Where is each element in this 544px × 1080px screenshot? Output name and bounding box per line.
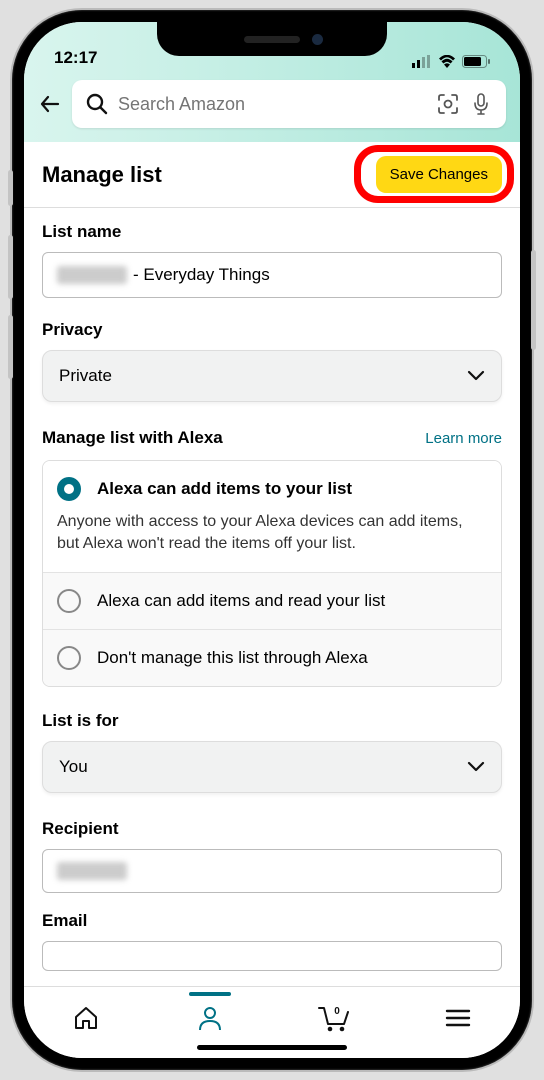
volume-down-button [8, 315, 13, 379]
alexa-option-desc: Anyone with access to your Alexa devices… [57, 511, 487, 556]
alexa-learn-more-link[interactable]: Learn more [425, 430, 502, 447]
home-indicator[interactable] [197, 1045, 347, 1050]
alexa-option-none[interactable]: Don't manage this list through Alexa [43, 629, 501, 686]
wifi-icon [438, 55, 456, 68]
alexa-option-add-read[interactable]: Alexa can add items and read your list [43, 572, 501, 629]
search-input[interactable] [118, 94, 426, 115]
save-changes-button[interactable]: Save Changes [376, 156, 502, 193]
home-icon [72, 1005, 100, 1031]
list-for-dropdown[interactable]: You [42, 741, 502, 793]
nav-menu[interactable] [433, 1008, 483, 1028]
content-area: List name - Everyday Things Privacy Priv… [24, 208, 520, 971]
list-name-input[interactable]: - Everyday Things [42, 252, 502, 298]
radio-unselected-icon [57, 646, 81, 670]
notch [157, 22, 387, 56]
chevron-down-icon [467, 370, 485, 382]
list-for-selected: You [59, 757, 88, 777]
cellular-icon [412, 55, 432, 68]
redacted-text [57, 862, 127, 880]
email-label: Email [42, 911, 502, 931]
svg-text:0: 0 [334, 1006, 340, 1017]
alexa-option-label: Alexa can add items and read your list [97, 591, 385, 611]
alexa-section-label: Manage list with Alexa [42, 428, 223, 448]
nav-profile[interactable] [185, 1005, 235, 1031]
radio-selected-icon [57, 477, 81, 501]
page-title: Manage list [42, 162, 162, 188]
page-header: Manage list Save Changes [24, 142, 520, 208]
email-input[interactable] [42, 941, 502, 971]
cart-icon: 0 [317, 1004, 351, 1032]
privacy-selected: Private [59, 366, 112, 386]
list-name-label: List name [42, 222, 502, 242]
camera-scan-icon[interactable] [436, 92, 460, 116]
alexa-option-add-only[interactable]: Alexa can add items to your list Anyone … [43, 461, 501, 572]
redacted-text [57, 266, 127, 284]
list-name-value-suffix: - Everyday Things [133, 265, 270, 285]
clock: 12:17 [54, 48, 97, 68]
search-header [24, 72, 520, 142]
radio-unselected-icon [57, 589, 81, 613]
silence-switch [8, 170, 13, 206]
hamburger-icon [445, 1008, 471, 1028]
privacy-dropdown[interactable]: Private [42, 350, 502, 402]
back-button[interactable] [38, 92, 62, 116]
power-button [531, 250, 536, 350]
profile-icon [197, 1005, 223, 1031]
screen: 12:17 Manage list Save Changes [24, 22, 520, 1058]
search-box[interactable] [72, 80, 506, 128]
recipient-input[interactable] [42, 849, 502, 893]
battery-icon [462, 55, 490, 68]
alexa-radio-group: Alexa can add items to your list Anyone … [42, 460, 502, 687]
phone-frame: 12:17 Manage list Save Changes [12, 10, 532, 1070]
alexa-option-label: Don't manage this list through Alexa [97, 648, 368, 668]
privacy-label: Privacy [42, 320, 502, 340]
nav-home[interactable] [61, 1005, 111, 1031]
nav-cart[interactable]: 0 [309, 1004, 359, 1032]
list-for-label: List is for [42, 711, 502, 731]
mic-icon[interactable] [470, 92, 492, 116]
search-icon [86, 93, 108, 115]
volume-up-button [8, 235, 13, 299]
chevron-down-icon [467, 761, 485, 773]
alexa-option-label: Alexa can add items to your list [97, 479, 352, 499]
recipient-label: Recipient [42, 819, 502, 839]
